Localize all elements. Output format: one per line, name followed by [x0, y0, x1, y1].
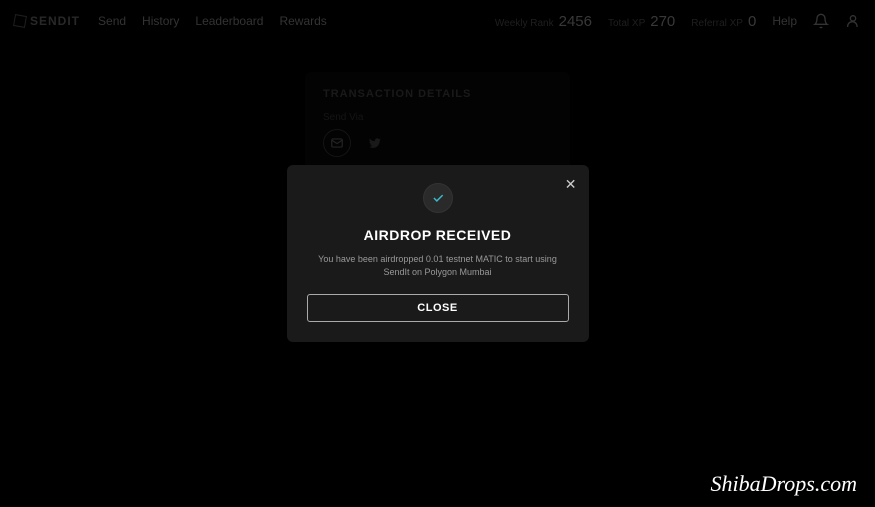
modal-overlay: ✕ AIRDROP RECEIVED You have been airdrop… [0, 0, 875, 507]
close-button[interactable]: CLOSE [307, 294, 569, 322]
modal-body: You have been airdropped 0.01 testnet MA… [307, 253, 569, 278]
close-icon[interactable]: ✕ [565, 177, 577, 191]
check-circle-icon [423, 183, 453, 213]
airdrop-modal: ✕ AIRDROP RECEIVED You have been airdrop… [287, 165, 589, 342]
modal-title: AIRDROP RECEIVED [307, 227, 569, 243]
watermark: ShibaDrops.com [711, 471, 857, 497]
